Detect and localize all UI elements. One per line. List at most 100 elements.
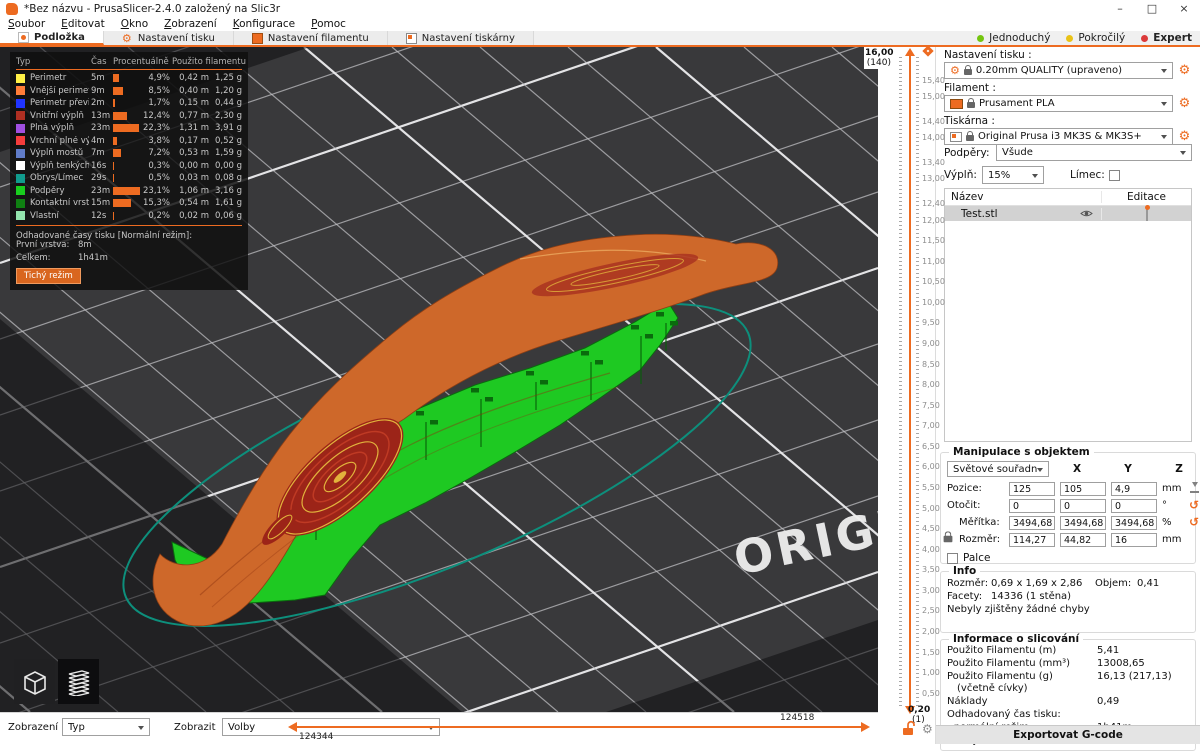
manip-row-rozm-r: Rozměr:114,2744,8216mm bbox=[947, 531, 1189, 548]
tab-label: Nastavení filamentu bbox=[268, 33, 369, 44]
model-errors: Nebyly zjištěny žádné chyby bbox=[947, 603, 1189, 616]
layer-tick-13-00: 13,00 bbox=[922, 174, 945, 183]
layer-tick-1-00: 1,00 bbox=[922, 668, 940, 677]
close-button[interactable]: × bbox=[1168, 0, 1200, 18]
tab-podlo-ka[interactable]: Podložka bbox=[0, 31, 104, 45]
mode-button-pokro-il[interactable]: Pokročilý bbox=[1066, 32, 1125, 44]
layer-slider-handle[interactable] bbox=[922, 45, 933, 56]
bottom-toolbar: Zobrazení Typ Zobrazit Volby 124344 1245… bbox=[0, 712, 878, 744]
mode-dot-icon bbox=[1066, 35, 1073, 42]
filament-color-swatch bbox=[950, 99, 963, 109]
gcode-move-slider[interactable] bbox=[297, 726, 861, 728]
layer-slider-track[interactable] bbox=[909, 55, 911, 707]
manip-oto-it-y-field[interactable]: 0 bbox=[1060, 499, 1106, 513]
slicing-value: 0,49 bbox=[1097, 696, 1119, 708]
manip-row-pozice: Pozice:1251054,9mm bbox=[947, 480, 1189, 497]
manip-m-tka-y-field[interactable]: 3494,68 bbox=[1060, 516, 1106, 530]
layer-tick-7-00: 7,00 bbox=[922, 421, 940, 430]
layer-tick-9-00: 9,00 bbox=[922, 339, 940, 348]
manip-rozm-r-y-field[interactable]: 44,82 bbox=[1060, 533, 1106, 547]
minimize-button[interactable]: – bbox=[1104, 0, 1136, 18]
slicing-label: Použito Filamentu (mm³) bbox=[947, 658, 1097, 670]
legend-meters: 0,02 m bbox=[172, 211, 209, 221]
filament-gear-button[interactable]: ⚙ bbox=[1177, 96, 1192, 111]
object-row-test-stl[interactable]: Test.stl bbox=[945, 206, 1191, 221]
menu-item-zobrazen[interactable]: Zobrazení bbox=[156, 18, 225, 31]
menu-item-pomoc[interactable]: Pomoc bbox=[303, 18, 354, 31]
brim-checkbox[interactable] bbox=[1109, 170, 1120, 181]
view-mode-select[interactable]: Typ bbox=[62, 718, 150, 736]
legend-color-swatch bbox=[16, 74, 25, 83]
reset-icon[interactable]: ↺ bbox=[1189, 515, 1199, 529]
drop-to-bed-icon[interactable] bbox=[1189, 482, 1200, 493]
legend-percent: 0,5% bbox=[143, 173, 170, 183]
printer-gear-button[interactable]: ⚙ bbox=[1177, 129, 1192, 144]
manip-oto-it-x-field[interactable]: 0 bbox=[1009, 499, 1055, 513]
mode-button-expert[interactable]: Expert bbox=[1141, 32, 1192, 44]
export-gcode-button[interactable]: Exportovat G-code bbox=[936, 725, 1200, 744]
unlock-icon[interactable] bbox=[901, 720, 916, 740]
legend-color-swatch bbox=[16, 136, 25, 145]
legend-color-swatch bbox=[16, 211, 25, 220]
layer-tick-3-50: 3,50 bbox=[922, 565, 940, 574]
slicing-row-pou-ito-filamentu-m: Použito Filamentu (m)5,41 bbox=[947, 645, 1189, 657]
legend-color-swatch bbox=[16, 174, 25, 183]
reset-icon[interactable]: ↺ bbox=[1189, 498, 1199, 512]
manip-label: Otočit: bbox=[947, 500, 1004, 511]
tab-label: Nastavení tiskárny bbox=[422, 33, 515, 44]
mode-button-jednoduch[interactable]: Jednoduchý bbox=[977, 32, 1050, 44]
legend-feature-label: Vlastní bbox=[30, 211, 89, 221]
filament-select[interactable]: Prusament PLA bbox=[944, 95, 1173, 112]
printer-select[interactable]: Original Prusa i3 MK3S & MK3S+ bbox=[944, 128, 1173, 145]
edit-object-icon[interactable] bbox=[1146, 207, 1148, 221]
3d-viewport[interactable]: ORIGIN bbox=[0, 47, 878, 712]
inches-checkbox[interactable] bbox=[947, 553, 958, 564]
legend-header-typ: Typ bbox=[16, 57, 89, 67]
manip-m-tka-z-field[interactable]: 3494,68 bbox=[1111, 516, 1157, 530]
editor-view-button[interactable] bbox=[14, 659, 55, 704]
manip-rozm-r-x-field[interactable]: 114,27 bbox=[1009, 533, 1055, 547]
print-settings-select[interactable]: ⚙ 0.20mm QUALITY (upraveno) bbox=[944, 62, 1173, 79]
legend-bar-fill bbox=[113, 187, 140, 195]
manip-unit: mm bbox=[1162, 483, 1184, 494]
infill-select[interactable]: 15% bbox=[982, 166, 1044, 184]
manip-pozice-y-field[interactable]: 105 bbox=[1060, 482, 1106, 496]
move-slider-max: 124518 bbox=[780, 713, 814, 723]
supports-select[interactable]: Všude bbox=[996, 144, 1192, 161]
menu-item-okno[interactable]: Okno bbox=[113, 18, 156, 31]
manip-pozice-z-field[interactable]: 4,9 bbox=[1111, 482, 1157, 496]
manip-unit: ° bbox=[1162, 500, 1184, 511]
slider-settings-gear-icon[interactable]: ⚙ bbox=[922, 723, 933, 736]
tab-nastaven-tisk-rny[interactable]: Nastavení tiskárny bbox=[388, 31, 534, 45]
view-mode-label: Zobrazení bbox=[8, 722, 58, 733]
maximize-button[interactable]: □ bbox=[1136, 0, 1168, 18]
legend-row-kontaktn-vrstvy-podp-r: Kontaktní vrstvy podpěr15m15,3%0,54 m1,6… bbox=[16, 197, 242, 210]
estimated-times-title: Odhadované časy tisku [Normální režim]: bbox=[16, 225, 242, 239]
legend-feature-label: Podpěry bbox=[30, 186, 89, 196]
printer-icon bbox=[406, 33, 417, 44]
visibility-eye-icon[interactable] bbox=[1071, 209, 1101, 218]
layer-tick-6-00: 6,00 bbox=[922, 462, 940, 471]
manip-oto-it-z-field[interactable]: 0 bbox=[1111, 499, 1157, 513]
model-facets: Facety:14336 (1 stěna) bbox=[947, 590, 1189, 603]
silent-mode-button[interactable]: Tichý režim bbox=[16, 268, 81, 284]
layer-tick-5-50: 5,50 bbox=[922, 483, 940, 492]
title-bar: *Bez názvu - PrusaSlicer-2.4.0 založený … bbox=[0, 0, 1200, 18]
manip-m-tka-x-field[interactable]: 3494,68 bbox=[1009, 516, 1055, 530]
legend-color-swatch bbox=[16, 161, 25, 170]
legend-row-obrys-l-mec: Obrys/Límec29s0,5%0,03 m0,08 g bbox=[16, 172, 242, 185]
coordinates-select[interactable]: Světové souřadnice bbox=[947, 461, 1049, 477]
menu-item-soubor[interactable]: Soubor bbox=[0, 18, 53, 31]
legend-grams: 1,25 g bbox=[211, 73, 242, 83]
preview-view-button[interactable] bbox=[58, 659, 99, 704]
print-settings-label: Nastavení tisku : bbox=[944, 49, 1192, 61]
menu-item-konfigurace[interactable]: Konfigurace bbox=[225, 18, 303, 31]
tab-nastaven-filamentu[interactable]: Nastavení filamentu bbox=[234, 31, 388, 45]
print-settings-gear-button[interactable]: ⚙ bbox=[1177, 63, 1192, 78]
menu-item-editovat[interactable]: Editovat bbox=[53, 18, 113, 31]
tab-nastaven-tisku[interactable]: Nastavení tisku bbox=[104, 31, 234, 45]
manip-rozm-r-z-field[interactable]: 16 bbox=[1111, 533, 1157, 547]
manip-pozice-x-field[interactable]: 125 bbox=[1009, 482, 1055, 496]
legend-grams: 1,20 g bbox=[211, 86, 242, 96]
inches-label: Palce bbox=[963, 552, 990, 564]
